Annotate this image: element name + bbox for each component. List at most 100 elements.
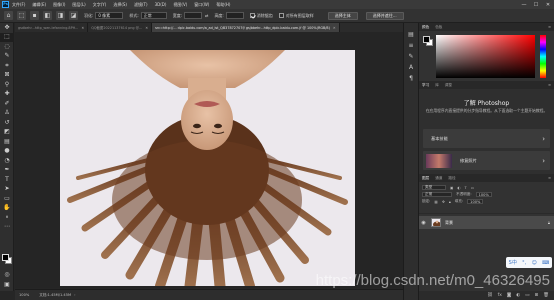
hand-tool-icon[interactable]: ✋ xyxy=(0,204,14,214)
document-tab[interactable]: gsdbehr...http_wen.lefanning.8PH... ✕ xyxy=(15,23,89,32)
pen-tool-icon[interactable]: ✒ xyxy=(0,166,14,176)
new-selection-icon[interactable]: ▪ xyxy=(30,11,39,20)
antialias-checkbox[interactable] xyxy=(249,13,255,18)
tab-learn[interactable]: 学习 xyxy=(419,83,432,88)
menu-view[interactable]: 视图(V) xyxy=(173,2,187,8)
tab-color[interactable]: 颜色 xyxy=(419,25,432,30)
filter-adjust-icon[interactable]: ◐ xyxy=(457,186,460,190)
filter-pixel-icon[interactable]: ▣ xyxy=(450,186,453,190)
tab-channels[interactable]: 通道 xyxy=(432,176,445,181)
ime-punctuation-icon[interactable]: °, xyxy=(522,260,526,266)
more-tools-icon[interactable]: ⋯ xyxy=(0,223,14,233)
properties-panel-icon[interactable]: ≡ xyxy=(404,40,418,51)
input-method-toolbar[interactable]: S中 °, ☺ ⌨ xyxy=(506,257,552,268)
lock-position-icon[interactable]: ✥ xyxy=(442,200,445,204)
menu-layer[interactable]: 图层(L) xyxy=(72,2,85,8)
menu-window[interactable]: 窗口(W) xyxy=(194,2,209,8)
layer-name[interactable]: 背景 xyxy=(445,220,453,226)
quick-select-tool-icon[interactable]: ✎ xyxy=(0,52,14,62)
healing-brush-tool-icon[interactable]: ✚ xyxy=(0,90,14,100)
color-picker-field[interactable] xyxy=(436,35,535,78)
zoom-level[interactable]: 100% xyxy=(19,293,29,297)
canvas-workspace[interactable] xyxy=(15,32,403,288)
blend-mode-select[interactable]: 正常 xyxy=(422,192,452,197)
swap-icon[interactable]: ⇄ xyxy=(205,13,208,18)
layer-row[interactable]: ◉ 背景 🔒︎ xyxy=(419,216,554,229)
tab-layers[interactable]: 图层 xyxy=(419,176,432,181)
zoom-tool-icon[interactable]: ⚬ xyxy=(0,213,14,223)
character-panel-icon[interactable]: A xyxy=(404,62,418,73)
panel-menu-icon[interactable]: ≡ xyxy=(545,25,554,29)
document-tab-active[interactable]: src=http://... dpic.baidu.com/a_ad_ist_Q… xyxy=(152,23,340,32)
gradient-tool-icon[interactable]: ▤ xyxy=(0,137,14,147)
tab-paths[interactable]: 路径 xyxy=(445,176,458,181)
select-subject-button[interactable]: 选择主体 xyxy=(327,11,358,20)
lock-all-icon[interactable]: 🔒︎ xyxy=(449,200,451,204)
fill-input[interactable]: 100% xyxy=(467,199,484,204)
intersect-selection-icon[interactable]: ◪ xyxy=(69,11,78,20)
eyedropper-tool-icon[interactable]: ⚲ xyxy=(0,80,14,90)
filter-type-icon[interactable]: T xyxy=(465,186,467,190)
menu-help[interactable]: 帮助(H) xyxy=(216,2,230,8)
foreground-color-swatch[interactable] xyxy=(2,254,9,261)
select-and-mask-button[interactable]: 选择并遮住... xyxy=(365,11,404,20)
foreground-color-chip[interactable] xyxy=(423,36,430,43)
screen-mode-icon[interactable]: ▣ xyxy=(0,280,14,290)
new-layer-icon[interactable]: ⊞ xyxy=(535,293,539,298)
home-icon[interactable]: ⌂ xyxy=(4,11,13,20)
close-tab-icon[interactable]: ✕ xyxy=(145,26,148,30)
lasso-tool-icon[interactable]: ◌ xyxy=(0,42,14,52)
history-brush-tool-icon[interactable]: ↺ xyxy=(0,118,14,128)
clone-stamp-tool-icon[interactable]: ♙ xyxy=(0,109,14,119)
document-canvas-image[interactable] xyxy=(60,50,355,286)
sample-all-layers-checkbox[interactable] xyxy=(278,13,284,18)
opacity-input[interactable]: 100% xyxy=(475,192,492,197)
menu-type[interactable]: 文字(Y) xyxy=(93,2,107,8)
frame-tool-icon[interactable]: ⊠ xyxy=(0,71,14,81)
lock-pixels-icon[interactable]: ▦ xyxy=(434,200,437,204)
layer-filter-select[interactable]: 类型 xyxy=(422,185,446,190)
type-tool-icon[interactable]: T xyxy=(0,175,14,185)
height-input[interactable] xyxy=(225,12,244,19)
width-input[interactable] xyxy=(184,12,203,19)
brush-settings-icon[interactable]: ✎ xyxy=(404,51,418,62)
filter-shape-icon[interactable]: ▭ xyxy=(471,186,474,190)
panel-menu-icon[interactable]: ≡ xyxy=(545,176,554,180)
new-group-icon[interactable]: ▭ xyxy=(525,293,529,298)
menu-image[interactable]: 图像(I) xyxy=(53,2,65,8)
move-tool-icon[interactable]: ✥ xyxy=(0,23,14,33)
menu-select[interactable]: 选择(S) xyxy=(113,2,127,8)
rect-marquee-tool-icon[interactable]: ⬚ xyxy=(0,32,14,42)
eraser-tool-icon[interactable]: ◩ xyxy=(0,128,14,138)
tab-swatches[interactable]: 色板 xyxy=(432,25,445,30)
status-menu-arrow-icon[interactable]: › xyxy=(74,293,75,297)
crop-tool-icon[interactable]: ⌗ xyxy=(0,61,14,71)
marquee-tool-preset-icon[interactable]: ⬚ xyxy=(17,11,26,20)
close-tab-icon[interactable]: ✕ xyxy=(81,26,84,30)
brush-tool-icon[interactable]: ✐ xyxy=(0,99,14,109)
panel-menu-icon[interactable]: ≡ xyxy=(545,83,554,87)
subtract-selection-icon[interactable]: ◨ xyxy=(56,11,65,20)
add-mask-icon[interactable]: ◙ xyxy=(507,293,511,298)
tab-adjustments[interactable]: 调整 xyxy=(442,83,455,88)
ime-emoji-icon[interactable]: ☺ xyxy=(532,260,537,266)
menu-edit[interactable]: 编辑(E) xyxy=(32,2,46,8)
minimize-button[interactable]: — xyxy=(518,0,530,9)
dodge-tool-icon[interactable]: ◔ xyxy=(0,156,14,166)
blur-tool-icon[interactable]: ● xyxy=(0,147,14,157)
menu-filter[interactable]: 滤镜(T) xyxy=(134,2,148,8)
adjustment-layer-icon[interactable]: ◐ xyxy=(516,293,520,298)
rectangle-tool-icon[interactable]: ▭ xyxy=(0,194,14,204)
path-select-tool-icon[interactable]: ➤ xyxy=(0,185,14,195)
style-select[interactable]: 正常 xyxy=(140,12,167,19)
menu-3d[interactable]: 3D(D) xyxy=(155,2,167,7)
ime-keyboard-icon[interactable]: ⌨ xyxy=(542,260,549,266)
paragraph-panel-icon[interactable]: ¶ xyxy=(404,73,418,84)
learn-card-basic-skills[interactable]: 基本技能 › xyxy=(423,129,550,148)
delete-layer-icon[interactable]: 🗑︎ xyxy=(543,293,549,298)
feather-input[interactable]: 0 像素 xyxy=(95,12,124,19)
document-tab[interactable]: QQ截图20221137614 png @... ✕ xyxy=(88,23,153,32)
close-window-button[interactable]: ✕ xyxy=(542,0,554,9)
menu-file[interactable]: 文件(F) xyxy=(12,2,25,8)
close-tab-icon[interactable]: ✕ xyxy=(333,26,336,30)
